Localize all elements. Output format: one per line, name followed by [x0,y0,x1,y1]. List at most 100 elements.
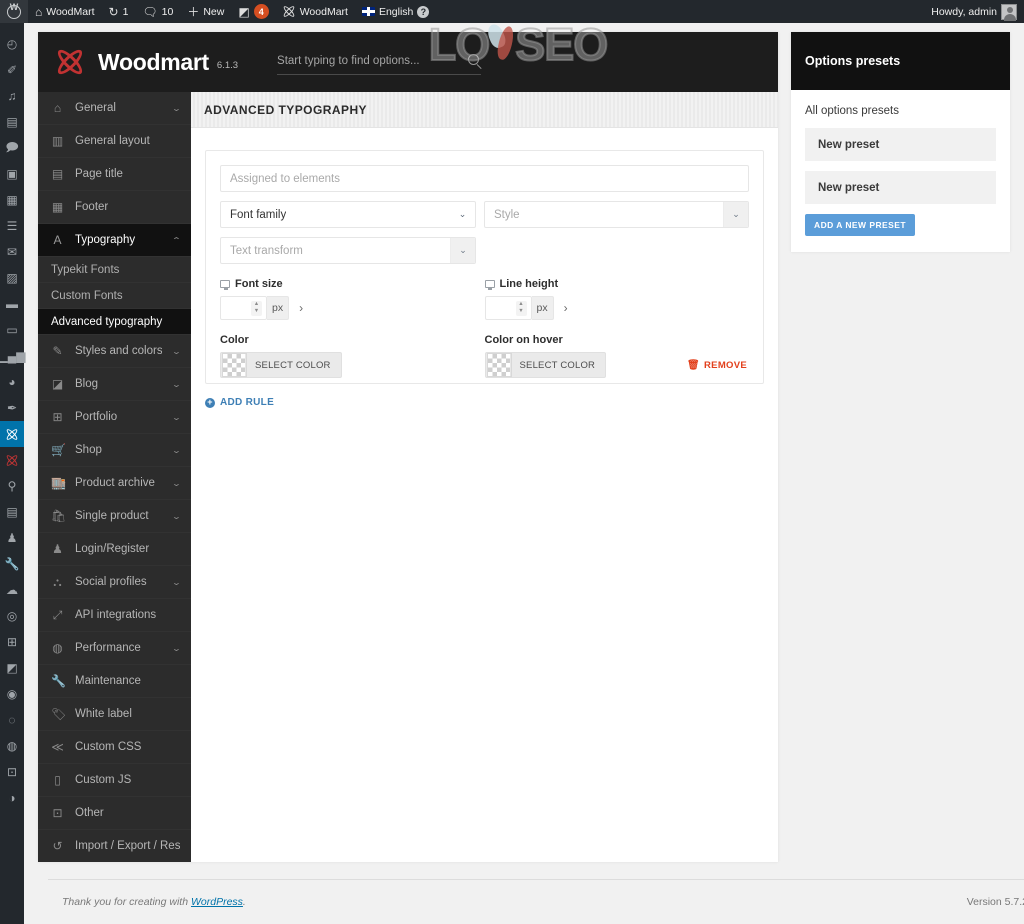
rail-item-translate[interactable]: ⊞ [0,629,24,655]
rail-item-gallery[interactable]: ▨ [0,265,24,291]
sidebar-item-general[interactable]: ⌂ General ⌄ [38,92,191,125]
rail-item-pages[interactable]: ▤ [0,109,24,135]
spinner-icon[interactable]: ▲ ▼ [251,300,262,316]
rail-item-woocommerce[interactable]: ▬ [0,291,24,317]
line-height-unit[interactable]: px [531,296,554,320]
font-family-value: Font family [230,208,287,221]
add-new-preset-button[interactable]: ADD A NEW PRESET [805,214,916,236]
rail-item-settings[interactable]: ◌ [0,707,24,733]
footer-thanks-prefix: Thank you for creating with [62,896,191,908]
rail-item-media-play[interactable]: ◑ [0,785,24,811]
rail-item-forms[interactable]: ☰ [0,213,24,239]
select-color-button[interactable]: SELECT COLOR [220,352,342,378]
rail-item-appearance[interactable]: ✒ [0,395,24,421]
sidebar-item-white-label[interactable]: 🏷 White label [38,698,191,731]
pin-icon: ✐ [6,63,18,77]
font-size-unit[interactable]: px [267,296,290,320]
spinner-icon[interactable]: ▲ ▼ [515,300,527,316]
rail-item-revslider[interactable]: ◉ [0,681,24,707]
rail-item-plugins[interactable]: ⚲ [0,473,24,499]
sidebar-item-footer[interactable]: ▦ Footer [38,191,191,224]
rail-item-search[interactable]: ◍ [0,733,24,759]
admin-bar-item-woodmart[interactable]: WoodMart [276,0,355,23]
color-label: Color [220,334,249,346]
font-size-input[interactable]: ▲ ▼ [220,296,267,320]
rail-item-mail[interactable]: ✉ [0,239,24,265]
rail-item-users[interactable]: ♟ [0,525,24,551]
sidebar-subitem-typekit-fonts[interactable]: Typekit Fonts [38,257,191,283]
rail-item-layouts[interactable]: ▦ [0,187,24,213]
font-family-select[interactable]: Font family ⌄ [220,201,476,228]
font-style-select[interactable]: Style ⌄ [484,201,749,228]
line-height-input[interactable]: ▲ ▼ [484,296,532,320]
rail-item-portfolio[interactable]: ▣ [0,161,24,187]
rail-item-woodmart-extra[interactable] [0,447,24,473]
preset-list-item[interactable]: New preset [805,128,996,161]
sidebar-item-social-profiles[interactable]: ⛬ Social profiles ⌄ [38,566,191,599]
admin-bar-item-comments[interactable]: 🗨 10 [135,0,180,23]
sidebar-item-portfolio[interactable]: ⊞ Portfolio ⌄ [38,401,191,434]
wp-content-area: Woodmart 6.1.3 ⌂ General ⌄ ▥ General lay… [24,23,1024,924]
footer-thanks-suffix: . [242,896,246,908]
admin-bar-item-new[interactable]: ＋ New [180,0,231,23]
admin-bar-item-wpbakery[interactable]: ◩ 4 [231,0,275,23]
admin-bar-new-label: New [203,5,225,18]
sidebar-item-import-export-reset[interactable]: ↺ Import / Export / Reset [38,830,191,862]
size-lineheight-row: Font size ▲ ▼ px › Line height ▲ ▼ px › [220,278,749,320]
sidebar-item-custom-css[interactable]: ≪ Custom CSS [38,731,191,764]
select-hover-color-button[interactable]: SELECT COLOR [484,352,607,378]
admin-bar-item-wordpress-logo[interactable] [0,0,28,23]
sidebar-item-login-register[interactable]: ♟ Login/Register [38,533,191,566]
search-icon [468,54,480,65]
sidebar-item-performance[interactable]: ◍ Performance ⌄ [38,632,191,665]
sidebar-item-single-product[interactable]: 🛍 Single product ⌄ [38,500,191,533]
assigned-to-elements-input[interactable] [220,165,749,192]
text-transform-select[interactable]: Text transform ⌄ [220,237,476,264]
sidebar-item-api-integrations[interactable]: ⤢ API integrations [38,599,191,632]
sidebar-item-custom-js[interactable]: ▯ Custom JS [38,764,191,797]
rail-item-marketing[interactable]: ◕ [0,369,24,395]
home-icon: ⌂ [35,4,43,19]
sidebar-item-product-archive[interactable]: 🏬 Product archive ⌄ [38,467,191,500]
sidebar-item-blog[interactable]: ◪ Blog ⌄ [38,368,191,401]
chevron-down-icon: ⌄ [171,412,182,422]
rail-item-posts[interactable]: ✐ [0,57,24,83]
rail-item-cloud[interactable]: ☁ [0,577,24,603]
font-size-next-unit-button[interactable]: › [297,301,303,315]
rail-item-products[interactable]: ▭ [0,317,24,343]
play-circle-icon: ◑ [8,791,16,805]
admin-bar-item-language[interactable]: English ? [355,0,436,23]
sidebar-item-general-layout[interactable]: ▥ General layout [38,125,191,158]
sidebar-item-typography[interactable]: A Typography ⌃ [38,224,191,257]
sidebar-subitem-advanced-typography[interactable]: Advanced typography [38,309,191,335]
options-search-input[interactable] [277,49,482,75]
admin-bar-item-site-name[interactable]: ⌂ WoodMart [28,0,102,23]
rail-item-dashboard[interactable]: ◴ [0,31,24,57]
rail-item-comments[interactable]: 🗩 [0,135,24,161]
rail-item-analytics[interactable]: ▁▄▆ [0,343,25,369]
remove-rule-button[interactable]: 🗑 REMOVE [687,360,747,371]
preset-list-item[interactable]: New preset [805,171,996,204]
rail-item-elementor[interactable]: ◎ [0,603,24,629]
rail-item-tools[interactable]: 🔧 [0,551,24,577]
brush-icon: ✎ [52,344,63,358]
admin-bar-item-account[interactable]: Howdy, admin [924,0,1024,23]
sidebar-item-styles-and-colors[interactable]: ✎ Styles and colors ⌄ [38,335,191,368]
sidebar-subitem-custom-fonts[interactable]: Custom Fonts [38,283,191,309]
line-height-next-unit-button[interactable]: › [562,301,568,315]
rail-item-media[interactable]: ♫ [0,83,24,109]
sidebar-item-page-title[interactable]: ▤ Page title [38,158,191,191]
rail-item-wpbakery[interactable]: ◩ [0,655,24,681]
rail-item-collapse-menu[interactable]: ⊡ [0,759,24,785]
sidebar-item-label: Product archive [75,477,155,489]
wordpress-link[interactable]: WordPress [191,896,243,908]
help-icon[interactable]: ? [417,5,430,18]
rail-item-tables[interactable]: ▤ [0,499,24,525]
rail-item-woodmart-theme[interactable] [0,421,30,447]
admin-bar-item-updates[interactable]: ↻ 1 [102,0,136,23]
sidebar-item-other[interactable]: ⊡ Other [38,797,191,830]
sidebar-item-shop[interactable]: 🛒 Shop ⌄ [38,434,191,467]
footer-icon: ▦ [51,200,64,214]
add-rule-button[interactable]: + ADD RULE [205,397,274,408]
sidebar-item-maintenance[interactable]: 🔧 Maintenance [38,665,191,698]
